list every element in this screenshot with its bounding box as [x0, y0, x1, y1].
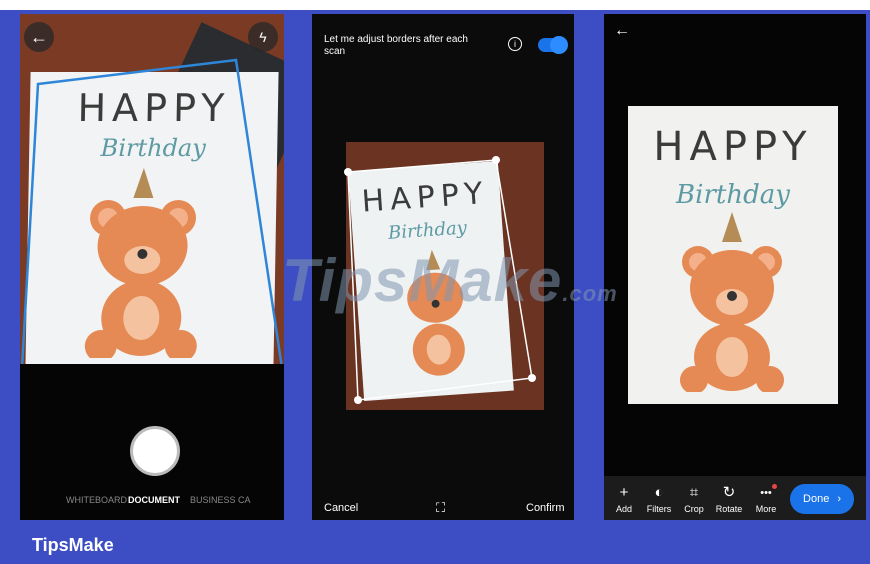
- done-button[interactable]: Done ›: [790, 484, 854, 514]
- add-icon: +: [619, 484, 629, 501]
- crop-handle-top-left[interactable]: [344, 168, 352, 176]
- add-tool[interactable]: + Add: [604, 484, 644, 514]
- crop-tool[interactable]: ⌗ Crop: [674, 484, 714, 514]
- filters-icon: ◐: [654, 484, 664, 501]
- camera-screen: HAPPY Birthday ← ϟ WHITEBOARD DOCUMENT B…: [20, 14, 284, 520]
- filters-label: Filters: [646, 504, 672, 514]
- crop-handle-bottom-right[interactable]: [528, 374, 536, 382]
- review-screen: ← HAPPY Birthday + Add ◐ Filters ⌗ Crop …: [604, 14, 866, 520]
- back-arrow-icon[interactable]: ←: [614, 22, 630, 40]
- top-bar: [0, 0, 870, 10]
- add-label: Add: [615, 504, 632, 514]
- rotate-icon: ↻: [722, 484, 736, 501]
- rotate-label: Rotate: [715, 504, 743, 514]
- card-birthday-text: Birthday: [676, 180, 790, 210]
- crop-handle-bottom-left[interactable]: [354, 396, 362, 404]
- back-arrow-icon[interactable]: ←: [24, 22, 54, 52]
- watermark: TipsMake.com: [282, 247, 618, 314]
- filters-tool[interactable]: ◐ Filters: [639, 484, 679, 514]
- notification-dot: [772, 484, 777, 489]
- scanned-document: HAPPY Birthday: [628, 106, 838, 404]
- card-happy-text: HAPPY: [653, 124, 813, 170]
- chevron-right-icon: ›: [837, 493, 841, 505]
- crop-icon: ⌗: [689, 484, 699, 501]
- cancel-button[interactable]: Cancel: [324, 502, 358, 514]
- mode-whiteboard[interactable]: WHITEBOARD: [66, 495, 127, 505]
- more-tool[interactable]: ••• More: [746, 484, 786, 514]
- crop-border: [347, 159, 533, 401]
- expand-icon[interactable]: ⛶: [436, 500, 445, 516]
- crop-label: Crop: [684, 504, 704, 514]
- mode-business-card[interactable]: BUSINESS CA: [190, 495, 251, 505]
- shutter-button[interactable]: [130, 426, 180, 476]
- detected-border: [20, 58, 284, 370]
- mode-document[interactable]: DOCUMENT: [128, 495, 180, 505]
- teddy-bear-illustration: [680, 212, 784, 392]
- flash-off-icon[interactable]: ϟ: [248, 22, 278, 52]
- confirm-button[interactable]: Confirm: [526, 502, 565, 514]
- more-label: More: [755, 504, 777, 514]
- more-icon: •••: [760, 487, 772, 499]
- done-label: Done: [803, 493, 830, 505]
- rotate-tool[interactable]: ↻ Rotate: [709, 484, 749, 514]
- brand-label: TipsMake: [32, 535, 114, 555]
- crop-handle-top-right[interactable]: [492, 156, 500, 164]
